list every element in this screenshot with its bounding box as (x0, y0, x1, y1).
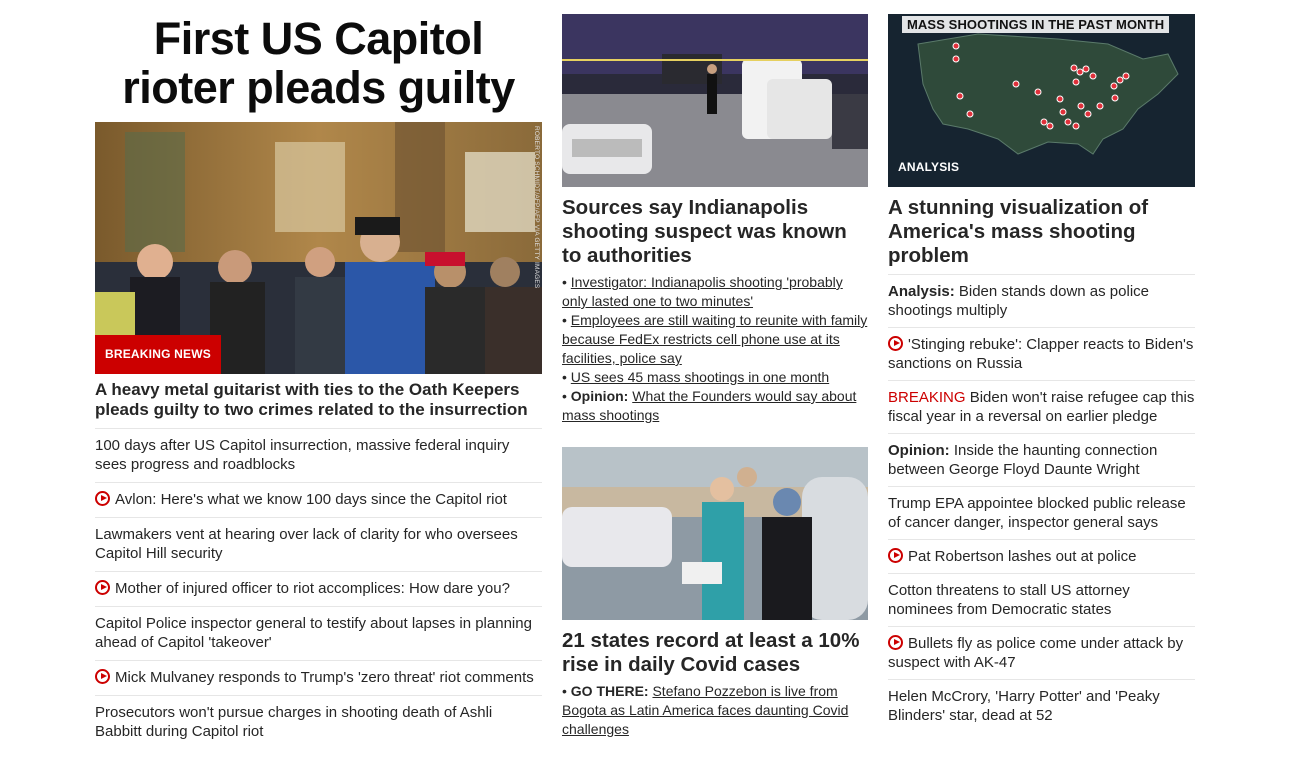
kicker: Opinion: (888, 442, 950, 459)
list-item[interactable]: Mick Mulvaney responds to Trump's 'zero … (95, 661, 542, 696)
covid-title[interactable]: 21 states record at least a 10% rise in … (562, 629, 868, 677)
list-item[interactable]: • Employees are still waiting to reunite… (562, 311, 868, 368)
breaking-news-badge: BREAKING NEWS (95, 335, 221, 374)
indianapolis-image[interactable] (562, 14, 868, 187)
kicker: GO THERE: (570, 683, 649, 699)
link-text[interactable]: Cotton threatens to stall US attorney no… (888, 582, 1130, 618)
play-video-icon (95, 580, 110, 595)
list-item[interactable]: • GO THERE: Stefano Pozzebon is live fro… (562, 682, 868, 739)
right-links-list: Analysis: Biden stands down as police sh… (888, 275, 1195, 732)
capitol-links-list: 100 days after US Capitol insurrection, … (95, 429, 542, 749)
mass-shooting-title[interactable]: A stunning visualization of America's ma… (888, 196, 1195, 275)
list-item[interactable]: • Opinion: What the Founders would say a… (562, 387, 868, 425)
indianapolis-bullets: • Investigator: Indianapolis shooting 'p… (562, 273, 868, 425)
lead-story-title[interactable]: A heavy metal guitarist with ties to the… (95, 380, 542, 429)
link-text[interactable]: Employees are still waiting to reunite w… (562, 312, 867, 366)
list-item[interactable]: Lawmakers vent at hearing over lack of c… (95, 518, 542, 572)
photo-credit: ROBERTO SCHMIDT/AFP/AFP VIA GETTY IMAGES (533, 126, 540, 289)
list-item[interactable]: Opinion: Inside the haunting connection … (888, 434, 1195, 487)
list-item[interactable]: Avlon: Here's what we know 100 days sinc… (95, 483, 542, 518)
link-text[interactable]: Mick Mulvaney responds to Trump's 'zero … (115, 669, 534, 686)
list-item[interactable]: Pat Robertson lashes out at police (888, 540, 1195, 574)
column-capitol-riot: First US Capitol rioter pleads guilty RO… (95, 14, 542, 749)
list-item[interactable]: • US sees 45 mass shootings in one month (562, 368, 868, 387)
play-video-icon (888, 635, 903, 650)
link-text[interactable]: Prosecutors won't pursue charges in shoo… (95, 704, 492, 740)
column-middle: Sources say Indianapolis shooting suspec… (562, 14, 868, 739)
list-item[interactable]: Trump EPA appointee blocked public relea… (888, 487, 1195, 540)
list-item[interactable]: 100 days after US Capitol insurrection, … (95, 429, 542, 483)
covid-image[interactable] (562, 447, 868, 620)
list-item[interactable]: Helen McCrory, 'Harry Potter' and 'Peaky… (888, 680, 1195, 732)
police-scene-photo (562, 14, 868, 187)
play-video-icon (888, 336, 903, 351)
lead-image[interactable]: ROBERTO SCHMIDT/AFP/AFP VIA GETTY IMAGES… (95, 122, 542, 374)
link-text[interactable]: Mother of injured officer to riot accomp… (115, 580, 510, 597)
link-text[interactable]: Trump EPA appointee blocked public relea… (888, 495, 1186, 531)
indianapolis-title[interactable]: Sources say Indianapolis shooting suspec… (562, 196, 868, 268)
link-text[interactable]: Pat Robertson lashes out at police (908, 548, 1136, 565)
kicker: Analysis: (888, 283, 955, 300)
list-item[interactable]: • Investigator: Indianapolis shooting 'p… (562, 273, 868, 311)
play-video-icon (95, 491, 110, 506)
list-item[interactable]: Capitol Police inspector general to test… (95, 607, 542, 661)
link-text[interactable]: Investigator: Indianapolis shooting 'pro… (562, 274, 843, 309)
mass-shooting-map-image[interactable]: MASS SHOOTINGS IN THE PAST MONTH ANALYSI… (888, 14, 1195, 187)
link-text[interactable]: Avlon: Here's what we know 100 days sinc… (115, 491, 507, 508)
play-video-icon (95, 669, 110, 684)
list-item[interactable]: Mother of injured officer to riot accomp… (95, 572, 542, 607)
covid-testing-photo (562, 447, 868, 620)
list-item[interactable]: BREAKING Biden won't raise refugee cap t… (888, 381, 1195, 434)
lead-headline[interactable]: First US Capitol rioter pleads guilty (95, 14, 542, 112)
map-title: MASS SHOOTINGS IN THE PAST MONTH (902, 16, 1170, 33)
list-item[interactable]: Cotton threatens to stall US attorney no… (888, 574, 1195, 627)
play-video-icon (888, 548, 903, 563)
link-text[interactable]: Capitol Police inspector general to test… (95, 615, 532, 651)
column-right: MASS SHOOTINGS IN THE PAST MONTH ANALYSI… (888, 14, 1195, 732)
link-text[interactable]: Helen McCrory, 'Harry Potter' and 'Peaky… (888, 688, 1160, 724)
list-item[interactable]: 'Stinging rebuke': Clapper reacts to Bid… (888, 328, 1195, 381)
covid-bullets: • GO THERE: Stefano Pozzebon is live fro… (562, 682, 868, 739)
list-item[interactable]: Prosecutors won't pursue charges in shoo… (95, 696, 542, 749)
kicker: Opinion: (570, 388, 629, 404)
link-text[interactable]: 'Stinging rebuke': Clapper reacts to Bid… (888, 336, 1193, 372)
link-text[interactable]: US sees 45 mass shootings in one month (571, 369, 829, 385)
list-item[interactable]: Analysis: Biden stands down as police sh… (888, 275, 1195, 328)
link-text[interactable]: Lawmakers vent at hearing over lack of c… (95, 526, 518, 562)
analysis-badge: ANALYSIS (898, 160, 960, 174)
breaking-kicker: BREAKING (888, 389, 966, 406)
link-text[interactable]: Bullets fly as police come under attack … (888, 635, 1183, 671)
list-item[interactable]: Bullets fly as police come under attack … (888, 627, 1195, 680)
link-text[interactable]: 100 days after US Capitol insurrection, … (95, 437, 509, 473)
